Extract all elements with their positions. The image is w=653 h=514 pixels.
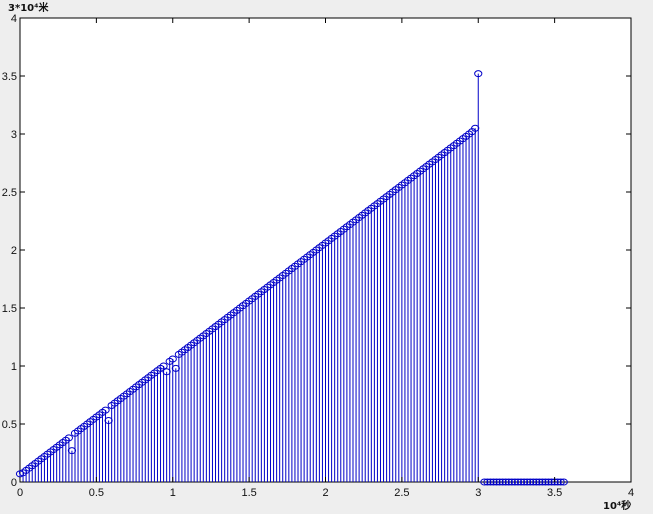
x-tick-label: 2.5 [394,487,409,499]
x-tick-label: 0 [17,487,23,499]
stem-chart: 0 0.5 1 1.5 2 2.5 3 3.5 4 0 0.5 1 1.5 2 2.5 3 3.5 4 3*10⁴… [2,1,634,512]
y-tick-label: 0 [11,477,17,489]
x-tick-label: 4 [628,487,634,499]
y-tick-label: 4 [11,13,17,25]
x-axis-unit-label: 10⁴秒 [603,499,631,512]
x-tick-label: 3.5 [547,487,562,499]
x-tick-label: 1 [170,487,176,499]
x-tick-label: 2 [322,487,328,499]
y-tick-label: 2 [11,245,17,257]
y-tick-label: 0.5 [2,419,17,431]
x-tick-label: 1.5 [241,487,256,499]
x-tick-label: 3 [475,487,481,499]
y-tick-label: 2.5 [2,187,17,199]
y-tick-label: 3 [11,129,17,141]
x-tick-label: 0.5 [89,487,104,499]
figure: 0 0.5 1 1.5 2 2.5 3 3.5 4 0 0.5 1 1.5 2 2.5 3 3.5 4 3*10⁴… [0,0,653,514]
y-tick-label: 3.5 [2,71,17,83]
y-tick-label: 1 [11,361,17,373]
y-axis-unit-label: 3*10⁴米 [8,1,49,14]
y-tick-label: 1.5 [2,303,17,315]
